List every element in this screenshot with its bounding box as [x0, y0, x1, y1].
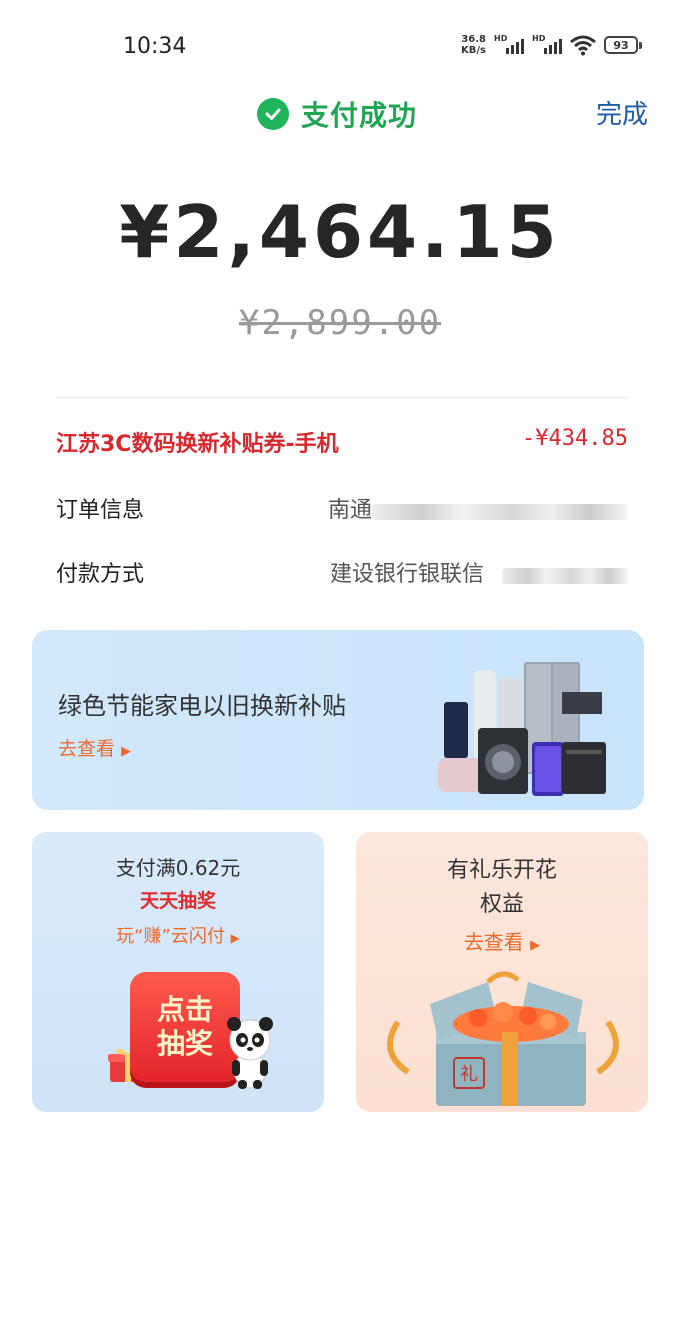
success-status: 支付成功 [257, 94, 417, 134]
payment-method-value: 建设银行银联信 [329, 562, 484, 587]
network-speed-value: 36.8 [461, 34, 486, 45]
paid-amount: ¥2,464.15 [119, 190, 561, 274]
triangle-right-icon: ▶ [230, 931, 240, 945]
gift-card-subtitle: 权益 [479, 892, 524, 917]
lottery-card[interactable]: 支付满0.62元 天天抽奖 玩“赚”云闪付 ▶ 点击 抽奖 [32, 832, 324, 1112]
coupon-value: -¥434.85 [522, 426, 628, 451]
gift-rights-card[interactable]: 有礼乐开花 权益 去查看 ▶ 礼 [356, 832, 648, 1112]
banner-title: 绿色节能家电以旧换新补贴 [58, 692, 346, 720]
battery-icon: 93 [604, 36, 642, 54]
done-button[interactable]: 完成 [596, 94, 648, 131]
gift-card-link[interactable]: 去查看 ▶ [356, 926, 648, 955]
wifi-icon [570, 35, 596, 56]
appliance-subsidy-banner[interactable]: 绿色节能家电以旧换新补贴 去查看 ▶ [32, 630, 644, 810]
appliances-image [438, 662, 606, 796]
draw-button-line2: 抽奖 [156, 1027, 213, 1060]
coupon-label: 江苏3C数码换新补贴券-手机 [56, 432, 339, 457]
signal-icon: HD [532, 34, 562, 56]
gift-box-image: 礼 [387, 971, 619, 1106]
order-info-row[interactable]: 订单信息 南通 [56, 492, 628, 528]
lottery-title: 天天抽奖 [139, 890, 216, 912]
lottery-condition: 支付满0.62元 [115, 856, 241, 880]
battery-level: 93 [604, 36, 638, 54]
payment-method-label: 付款方式 [56, 562, 145, 587]
triangle-right-icon: ▶ [530, 938, 541, 953]
signal-icon: HD [494, 34, 524, 56]
payment-method-row[interactable]: 付款方式 建设银行银联信 [56, 556, 628, 592]
gift-box-label: 礼 [460, 1064, 478, 1085]
coupon-row: 江苏3C数码换新补贴券-手机 -¥434.85 [56, 426, 628, 462]
gift-card-title: 有礼乐开花 [446, 858, 557, 883]
status-bar: 10:34 36.8 KB/s HD HD 93 [0, 0, 680, 90]
triangle-right-icon: ▶ [121, 744, 132, 759]
lottery-link[interactable]: 玩“赚”云闪付 ▶ [32, 922, 324, 948]
order-info-value: 南通 [327, 498, 372, 523]
success-text: 支付成功 [301, 99, 418, 132]
status-icons: 36.8 KB/s HD HD 93 [461, 34, 642, 56]
original-amount: ¥2,899.00 [238, 303, 442, 343]
redacted-text [372, 504, 628, 520]
check-circle-icon [257, 98, 289, 130]
network-speed-unit: KB/s [461, 45, 486, 56]
divider [56, 397, 628, 398]
header: 支付成功 完成 [0, 84, 680, 140]
order-info-label: 订单信息 [56, 498, 145, 523]
draw-button-line1: 点击 [156, 993, 213, 1026]
panda-icon [227, 1017, 273, 1089]
banner-link[interactable]: 去查看 ▶ [58, 734, 131, 761]
status-time: 10:34 [123, 34, 187, 59]
banner-link-label: 去查看 [58, 738, 116, 760]
network-speed: 36.8 KB/s [461, 34, 486, 56]
redacted-text [502, 568, 628, 584]
gift-card-link-label: 去查看 [463, 930, 524, 954]
lottery-link-label: 玩“赚”云闪付 [116, 926, 225, 947]
